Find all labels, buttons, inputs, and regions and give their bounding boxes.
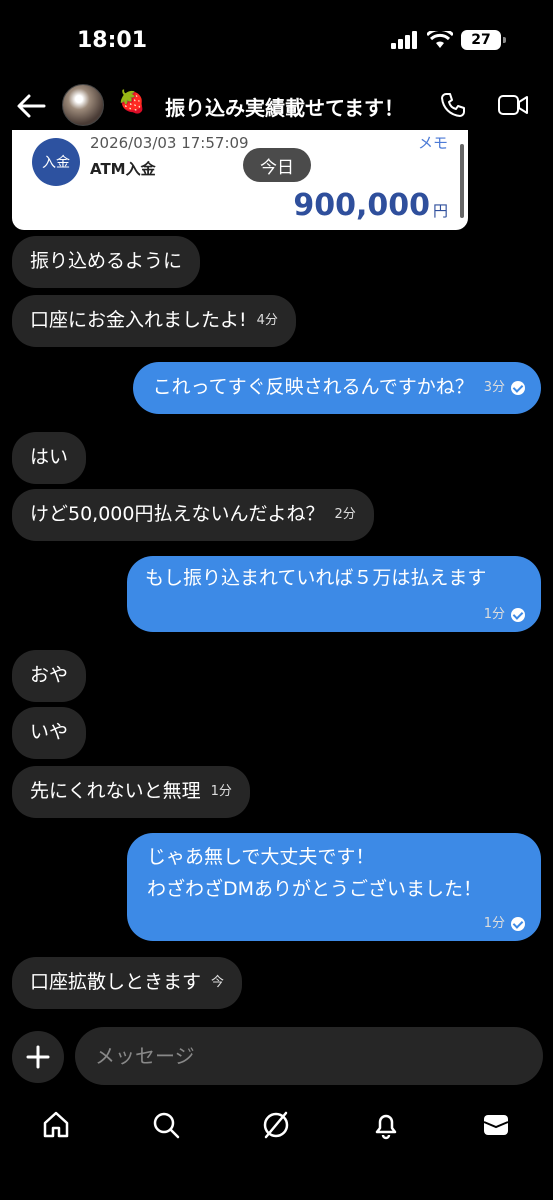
- message-time: 4分: [256, 313, 278, 329]
- avatar[interactable]: [62, 84, 104, 126]
- wifi-icon: [427, 31, 453, 48]
- message-incoming[interactable]: 口座拡散しときます 今: [12, 957, 243, 1009]
- message-incoming[interactable]: けど50,000円払えないんだよね？ 2分: [12, 489, 374, 541]
- message-text-line1: じゃあ無しで大丈夫です！: [147, 846, 375, 868]
- home-icon[interactable]: [41, 1110, 71, 1140]
- plus-glyph: [26, 1045, 50, 1069]
- strawberry-emoji: 🍓: [118, 90, 146, 115]
- message-outgoing[interactable]: これってすぐ反映されるんですかね？ 3分: [132, 362, 541, 414]
- card-type: ATM入金: [90, 160, 156, 178]
- status-bar: 18:01 27: [0, 0, 553, 80]
- search-icon[interactable]: [151, 1110, 181, 1140]
- battery-indicator: 27: [461, 30, 506, 50]
- message-text: 先にくれないと無理: [30, 780, 201, 803]
- message-meta: 1分: [474, 606, 525, 624]
- message-incoming[interactable]: 先にくれないと無理 1分: [12, 766, 250, 818]
- message-input[interactable]: [75, 1027, 543, 1085]
- status-icons: 27: [391, 30, 506, 50]
- message-time: 3分: [483, 380, 505, 396]
- mail-icon[interactable]: [481, 1110, 511, 1140]
- message-composer: [0, 1025, 553, 1091]
- compass-icon[interactable]: [261, 1110, 291, 1140]
- message-text: いや: [30, 721, 69, 744]
- read-check-icon: [511, 608, 525, 623]
- chat-title[interactable]: 振り込み実績載せてます！: [165, 92, 404, 121]
- plus-icon[interactable]: [12, 1031, 64, 1083]
- deposit-icon: 入金: [32, 138, 80, 186]
- message-time: 2分: [334, 507, 356, 523]
- message-incoming[interactable]: はい: [12, 432, 87, 484]
- message-text: けど50,000円払えないんだよね？: [30, 503, 325, 526]
- status-time: 18:01: [77, 28, 148, 53]
- read-check-icon: [511, 917, 525, 932]
- message-text: はい: [30, 446, 69, 469]
- bottom-nav: [0, 1100, 553, 1152]
- card-date: 2026/03/03 17:57:09: [90, 134, 249, 152]
- message-text: これってすぐ反映されるんですかね？: [152, 376, 474, 399]
- deposit-screenshot-card[interactable]: 入金 2026/03/03 17:57:09 メモ ATM入金 900,000 …: [12, 130, 468, 230]
- message-time: 1分: [210, 784, 232, 800]
- signal-icon: [391, 31, 417, 49]
- message-text: 口座拡散しときます: [30, 971, 202, 994]
- phone-icon[interactable]: [440, 92, 466, 118]
- message-outgoing[interactable]: じゃあ無しで大丈夫です！ わざわざDMありがとうございました！ 1分: [127, 833, 541, 941]
- message-time: 1分: [483, 916, 505, 932]
- card-scrollbar: [460, 144, 464, 218]
- message-incoming[interactable]: 口座にお金入れましたよ! 4分: [12, 295, 296, 347]
- card-yen: 円: [432, 202, 448, 220]
- message-incoming[interactable]: いや: [12, 707, 87, 759]
- message-text: 口座にお金入れましたよ!: [30, 309, 247, 332]
- video-icon[interactable]: [498, 94, 528, 116]
- message-text-line2: わざわざDMありがとうございました！: [147, 877, 483, 900]
- message-text: もし振り込まれていれば５万は払えます: [145, 567, 487, 589]
- card-amount: 900,000: [293, 188, 430, 223]
- message-incoming[interactable]: おや: [12, 650, 87, 702]
- message-outgoing[interactable]: もし振り込まれていれば５万は払えます 1分: [127, 556, 541, 632]
- date-separator: 今日: [243, 148, 311, 182]
- bell-icon[interactable]: [371, 1110, 401, 1140]
- message-text: 振り込めるように: [30, 250, 183, 273]
- read-check-icon: [511, 381, 525, 395]
- message-incoming[interactable]: 振り込めるように: [12, 236, 201, 288]
- message-time: 今: [211, 975, 225, 991]
- message-meta: 1分: [474, 915, 525, 933]
- card-memo: メモ: [417, 134, 448, 152]
- message-text: おや: [30, 664, 69, 687]
- chat-header: 🍓 振り込み実績載せてます！: [0, 80, 553, 130]
- back-arrow-icon[interactable]: [16, 92, 46, 120]
- message-time: 1分: [483, 607, 505, 623]
